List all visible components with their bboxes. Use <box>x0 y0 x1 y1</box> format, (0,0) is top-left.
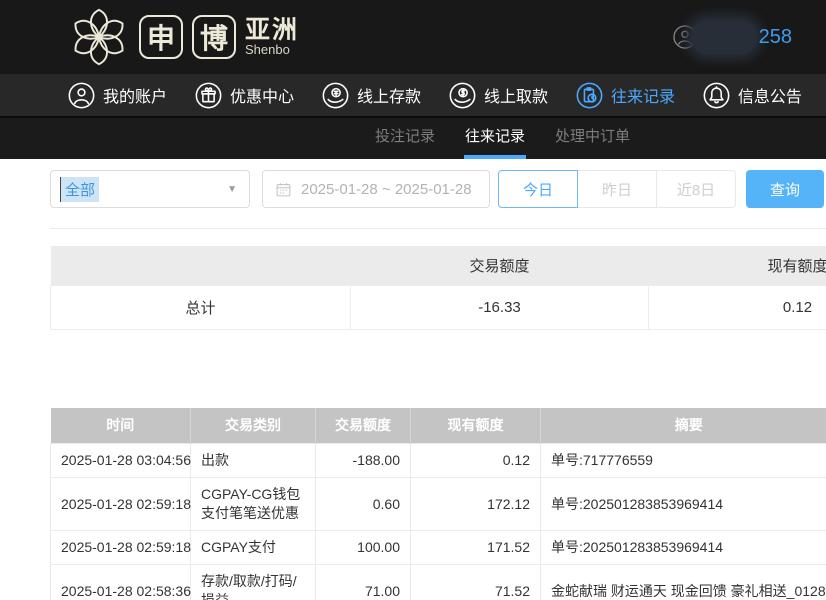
cell-time: 2025-01-28 03:04:56 <box>51 444 191 478</box>
gift-icon <box>195 82 222 109</box>
user-icon <box>68 82 95 109</box>
cell-summary: 单号:717776559 <box>541 444 826 478</box>
table-row: 2025-01-28 02:58:36 存款/取款/打码/损益 71.00 71… <box>51 565 826 600</box>
cell-type: 存款/取款/打码/损益 <box>191 565 316 600</box>
cell-time: 2025-01-28 02:59:18 <box>51 478 191 531</box>
withdraw-icon <box>449 82 476 109</box>
cell-summary: 单号:202501283853969414 <box>541 478 826 531</box>
nav-label: 我的账户 <box>103 83 167 107</box>
cell-balance: 171.52 <box>411 531 541 565</box>
section-divider <box>50 228 826 229</box>
tab-processing-orders[interactable]: 处理中订单 <box>555 118 630 159</box>
user-account[interactable]: 258 <box>673 20 792 54</box>
nav-label: 线上取款 <box>484 83 548 107</box>
col-header-type: 交易类别 <box>191 408 316 444</box>
col-header-balance: 现有额度 <box>411 408 541 444</box>
cell-type: CGPAY-CG钱包支付笔笔送优惠 <box>191 478 316 531</box>
brand-logo: 申 博 亚洲 Shenbo <box>68 6 299 68</box>
cell-summary: 金蛇献瑞 财运通天 现金回馈 豪礼相送_0128 <box>541 565 826 600</box>
col-header-time: 时间 <box>51 408 191 444</box>
last-8-days-button[interactable]: 近8日 <box>656 170 736 208</box>
records-icon <box>576 82 603 109</box>
summary-header-empty <box>51 246 351 285</box>
col-header-summary: 摘要 <box>541 408 826 444</box>
nav-item-deposit[interactable]: 线上存款 <box>322 82 421 109</box>
table-row: 2025-01-28 02:59:18 CGPAY支付 100.00 171.5… <box>51 531 826 565</box>
summary-total-amount: -16.33 <box>351 285 649 329</box>
tab-transaction-records[interactable]: 往来记录 <box>465 118 525 159</box>
records-table: 时间 交易类别 交易额度 现有额度 摘要 2025-01-28 03:04:56… <box>50 408 826 600</box>
redacted-username <box>691 20 757 54</box>
filter-row: 全部 ▼ 2025-01-28 ~ 2025-01-28 今日 昨日 近8日 查… <box>50 170 826 208</box>
cell-time: 2025-01-28 02:58:36 <box>51 565 191 600</box>
cell-time: 2025-01-28 02:59:18 <box>51 531 191 565</box>
cell-balance: 71.52 <box>411 565 541 600</box>
yesterday-button[interactable]: 昨日 <box>577 170 657 208</box>
cell-amount: 71.00 <box>316 565 411 600</box>
quick-date-buttons: 今日 昨日 近8日 <box>498 170 736 208</box>
today-button[interactable]: 今日 <box>498 170 578 208</box>
summary-total-row: 总计 -16.33 0.12 <box>51 285 826 329</box>
cell-amount: 100.00 <box>316 531 411 565</box>
date-range-input[interactable]: 2025-01-28 ~ 2025-01-28 <box>262 170 490 208</box>
nav-item-transaction-records[interactable]: 往来记录 <box>576 82 675 109</box>
type-select[interactable]: 全部 ▼ <box>50 170 250 208</box>
brand-char-2: 博 <box>192 15 236 59</box>
cell-type: 出款 <box>191 444 316 478</box>
cell-balance: 0.12 <box>411 444 541 478</box>
nav-item-withdraw[interactable]: 线上取款 <box>449 82 548 109</box>
nav-item-announcements[interactable]: 信息公告 <box>703 82 802 109</box>
nav-label: 线上存款 <box>357 83 421 107</box>
deposit-icon <box>322 82 349 109</box>
nav-item-my-account[interactable]: 我的账户 <box>68 82 167 109</box>
summary-header-amount: 交易额度 <box>351 246 649 285</box>
cell-balance: 172.12 <box>411 478 541 531</box>
nav-item-promotions[interactable]: 优惠中心 <box>195 82 294 109</box>
summary-total-balance: 0.12 <box>649 285 826 329</box>
top-brand-bar: 申 博 亚洲 Shenbo 258 <box>0 0 826 74</box>
nav-label: 往来记录 <box>611 83 675 107</box>
records-header-row: 时间 交易类别 交易额度 现有额度 摘要 <box>51 408 826 444</box>
summary-table: 交易额度 现有额度 总计 -16.33 0.12 <box>50 246 826 330</box>
username-suffix: 258 <box>759 26 792 49</box>
cell-summary: 单号:202501283853969414 <box>541 531 826 565</box>
main-navigation: 我的账户 优惠中心 线上存款 线上取款 往来记录 信息公告 <box>0 74 826 118</box>
brand-region: 亚洲 <box>245 17 299 43</box>
lotus-flower-icon <box>68 6 130 68</box>
brand-subtitle: Shenbo <box>245 43 299 57</box>
calendar-icon <box>275 181 292 198</box>
type-select-value: 全部 <box>60 177 99 202</box>
nav-label: 优惠中心 <box>230 83 294 107</box>
cell-amount: 0.60 <box>316 478 411 531</box>
cell-amount: -188.00 <box>316 444 411 478</box>
summary-header-row: 交易额度 现有额度 <box>51 246 826 285</box>
date-range-value: 2025-01-28 ~ 2025-01-28 <box>301 181 472 198</box>
bell-icon <box>703 82 730 109</box>
table-row: 2025-01-28 02:59:18 CGPAY-CG钱包支付笔笔送优惠 0.… <box>51 478 826 531</box>
query-button[interactable]: 查询 <box>746 170 824 208</box>
col-header-amount: 交易额度 <box>316 408 411 444</box>
chevron-down-icon: ▼ <box>227 184 237 195</box>
record-tabs: 投注记录 往来记录 处理中订单 <box>0 118 826 159</box>
summary-total-label: 总计 <box>51 285 351 329</box>
main-content: 全部 ▼ 2025-01-28 ~ 2025-01-28 今日 昨日 近8日 查… <box>0 170 826 600</box>
summary-header-balance: 现有额度 <box>649 246 826 285</box>
tab-bet-records[interactable]: 投注记录 <box>375 118 435 159</box>
nav-label: 信息公告 <box>738 83 802 107</box>
brand-char-1: 申 <box>139 15 183 59</box>
cell-type: CGPAY支付 <box>191 531 316 565</box>
table-row: 2025-01-28 03:04:56 出款 -188.00 0.12 单号:7… <box>51 444 826 478</box>
